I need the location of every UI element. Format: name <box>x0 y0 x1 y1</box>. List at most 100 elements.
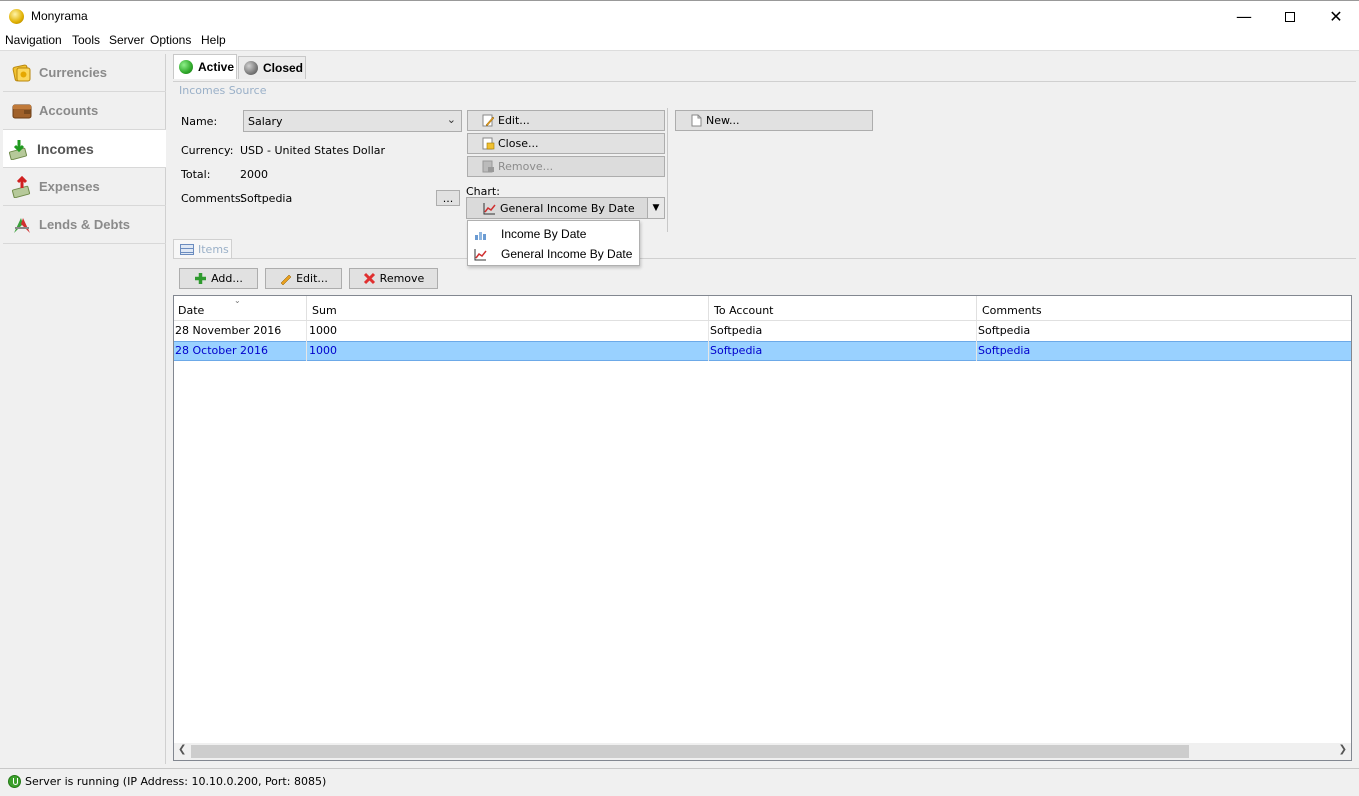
incomes-source-group: Incomes Source Name: Salary ⌄ Currency: … <box>173 81 1356 235</box>
sidebar-item-incomes[interactable]: Incomes <box>3 130 166 168</box>
tab-active[interactable]: Active <box>173 54 237 79</box>
new-source-button[interactable]: New... <box>675 110 873 131</box>
cell-to-account: Softpedia <box>710 321 977 341</box>
button-label: Edit... <box>498 114 530 127</box>
chart-option-income-by-date[interactable]: Income By Date <box>468 224 639 244</box>
chevron-down-icon: ⌄ <box>446 113 456 126</box>
comments-value: Softpedia <box>240 192 293 205</box>
chart-select-value: General Income By Date <box>500 202 635 215</box>
currency-label: Currency: <box>181 144 234 157</box>
sidebar-item-label: Accounts <box>39 103 99 118</box>
tab-closed[interactable]: Closed <box>238 56 306 79</box>
tab-items[interactable]: Items <box>173 239 232 258</box>
cell-to-account: Softpedia <box>710 341 977 361</box>
button-label: New... <box>706 114 740 127</box>
close-source-button[interactable]: Close... <box>467 133 665 154</box>
name-label: Name: <box>181 115 218 128</box>
scroll-left-icon[interactable]: ❮ <box>178 744 186 755</box>
new-document-icon <box>691 114 702 127</box>
cell-date: 28 October 2016 <box>175 341 307 361</box>
column-header-sum[interactable]: Sum <box>307 296 709 321</box>
button-label: Add... <box>211 272 243 285</box>
expenses-icon <box>11 175 31 198</box>
menu-help[interactable]: Help <box>201 33 226 47</box>
incomes-icon <box>8 139 28 160</box>
title-bar: Monyrama — ✕ <box>0 0 1359 31</box>
column-label: To Account <box>714 304 774 317</box>
table-header: ⌄ Date Sum To Account Comments <box>174 296 1351 321</box>
option-label: Income By Date <box>501 227 587 241</box>
chart-option-general-income-by-date[interactable]: General Income By Date <box>468 244 639 264</box>
tab-label: Active <box>198 60 235 74</box>
table-row[interactable]: 28 November 2016 1000 Softpedia Softpedi… <box>174 321 1351 341</box>
remove-item-button[interactable]: Remove <box>349 268 438 289</box>
lock-document-icon <box>482 137 495 150</box>
comments-more-button[interactable]: ... <box>436 190 460 206</box>
sidebar-item-lends-debts[interactable]: Lends & Debts <box>3 206 166 244</box>
currency-value: USD - United States Dollar <box>240 144 386 157</box>
horizontal-scrollbar[interactable]: ❮ ❯ <box>174 743 1351 760</box>
menu-navigation[interactable]: Navigation <box>5 33 62 47</box>
button-label: Remove... <box>498 160 554 173</box>
menu-bar: Navigation Tools Server Options Help <box>0 31 1359 51</box>
edit-source-button[interactable]: Edit... <box>467 110 665 131</box>
dropdown-arrow-icon[interactable]: ▼ <box>647 198 664 218</box>
line-chart-icon <box>483 203 496 215</box>
bar-chart-icon <box>475 231 486 240</box>
column-header-to-account[interactable]: To Account <box>709 296 977 321</box>
name-select-value: Salary <box>248 115 283 128</box>
cell-date: 28 November 2016 <box>175 321 307 341</box>
button-label: Remove <box>379 272 425 285</box>
scroll-right-icon[interactable]: ❯ <box>1339 744 1347 755</box>
option-label: General Income By Date <box>501 247 633 261</box>
maximize-button[interactable] <box>1267 1 1313 32</box>
items-panel: Add... Edit... Remove ⌄ Date Sum To Acco… <box>173 258 1356 762</box>
accounts-icon <box>12 104 32 118</box>
button-label: Close... <box>498 137 539 150</box>
cell-sum: 1000 <box>309 341 709 361</box>
menu-tools[interactable]: Tools <box>72 33 100 47</box>
name-select[interactable]: Salary ⌄ <box>243 110 462 132</box>
close-window-button[interactable]: ✕ <box>1313 1 1359 32</box>
column-label: Comments <box>982 304 1042 317</box>
menu-server[interactable]: Server <box>109 33 144 47</box>
window-title: Monyrama <box>31 9 88 23</box>
menu-options[interactable]: Options <box>150 33 191 47</box>
add-item-button[interactable]: Add... <box>179 268 258 289</box>
comments-label: Comments: <box>181 192 245 205</box>
edit-item-button[interactable]: Edit... <box>265 268 342 289</box>
edit-icon <box>482 114 495 127</box>
line-chart-icon <box>474 248 487 260</box>
status-bar: Server is running (IP Address: 10.10.0.2… <box>0 768 1359 796</box>
minimize-button[interactable]: — <box>1221 1 1267 32</box>
maximize-icon <box>1285 11 1295 22</box>
table-row-selected[interactable]: 28 October 2016 1000 Softpedia Softpedia <box>174 341 1351 361</box>
remove-source-button[interactable]: Remove... <box>467 156 665 177</box>
column-label: Date <box>178 304 205 317</box>
currencies-icon <box>12 64 31 81</box>
tab-label: Items <box>198 242 229 256</box>
active-dot-icon <box>179 60 193 74</box>
scrollbar-thumb[interactable] <box>191 745 1189 758</box>
delete-x-icon <box>363 272 375 285</box>
chart-select[interactable]: General Income By Date ▼ <box>466 197 665 219</box>
total-label: Total: <box>181 168 211 181</box>
button-label: Edit... <box>296 272 328 285</box>
main-panel: Active Closed Incomes Source Name: Salar… <box>170 54 1356 766</box>
table-icon <box>180 243 194 255</box>
items-table: ⌄ Date Sum To Account Comments 28 Novemb… <box>173 295 1352 761</box>
column-header-date[interactable]: ⌄ Date <box>174 296 307 321</box>
sidebar-item-label: Expenses <box>39 179 100 194</box>
group-title: Incomes Source <box>179 84 267 97</box>
remove-document-icon <box>482 160 494 173</box>
separator <box>667 108 668 232</box>
cell-sum: 1000 <box>309 321 709 341</box>
sidebar-item-currencies[interactable]: Currencies <box>3 54 166 92</box>
cell-comments: Softpedia <box>978 324 1031 337</box>
status-text: Server is running (IP Address: 10.10.0.2… <box>25 775 327 788</box>
sidebar-item-expenses[interactable]: Expenses <box>3 168 166 206</box>
app-icon <box>9 9 24 24</box>
sidebar-item-accounts[interactable]: Accounts <box>3 92 166 130</box>
button-label: ... <box>442 191 454 205</box>
column-header-comments[interactable]: Comments <box>977 296 1351 321</box>
